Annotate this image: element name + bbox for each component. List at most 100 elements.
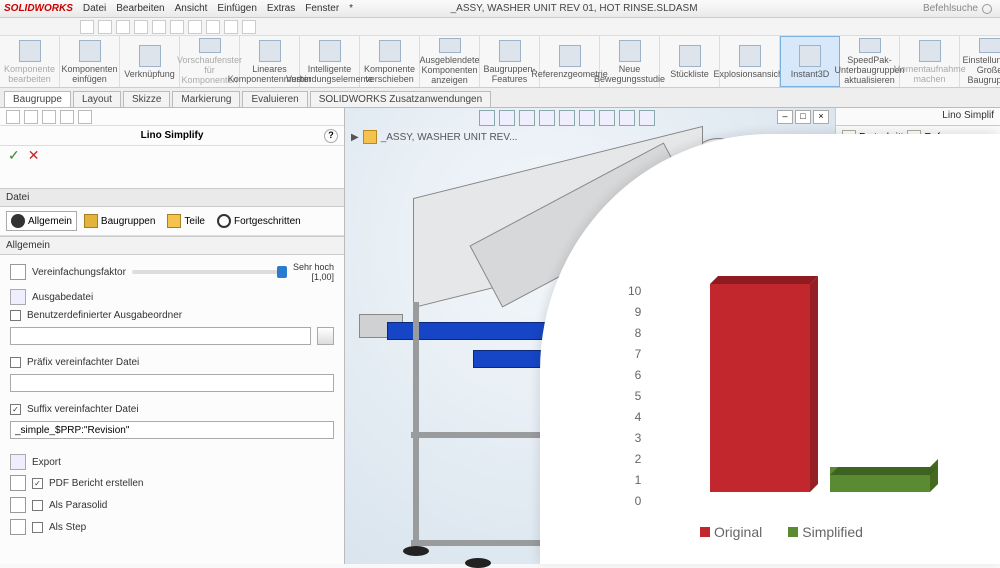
panel-title-bar: Lino Simplify ? xyxy=(0,126,344,146)
rb-instant3d[interactable]: Instant3D xyxy=(780,36,840,87)
ok-button[interactable]: ✓ xyxy=(8,147,20,164)
qat-icon[interactable] xyxy=(242,20,256,34)
close-icon[interactable]: × xyxy=(813,110,829,124)
instant3d-icon xyxy=(799,45,821,67)
tree-icon[interactable] xyxy=(6,110,20,124)
eye-icon xyxy=(439,38,461,53)
rb-mate[interactable]: Verknüpfung xyxy=(120,36,180,87)
qat-icon[interactable] xyxy=(80,20,94,34)
menu-tools[interactable]: Extras xyxy=(267,3,295,14)
rb-move-component[interactable]: Komponente verschieben xyxy=(360,36,420,87)
gear-icon xyxy=(11,214,25,228)
tab-assembly[interactable]: Baugruppe xyxy=(4,91,71,107)
rb-insert-component[interactable]: Komponenten einfügen xyxy=(60,36,120,87)
chk-step[interactable] xyxy=(32,522,43,533)
tab-evaluate[interactable]: Evaluieren xyxy=(242,91,307,107)
chk-suffix[interactable] xyxy=(10,404,21,415)
appearance-icon[interactable] xyxy=(599,110,615,126)
simplify-slider[interactable] xyxy=(132,270,287,274)
chk-prefix[interactable] xyxy=(10,357,21,368)
rb-assembly-features[interactable]: Baugruppen-Features xyxy=(480,36,540,87)
pattern-icon xyxy=(259,40,281,62)
chk-pdf[interactable] xyxy=(32,478,43,489)
allgemein-head: Allgemein xyxy=(0,236,344,255)
display-style-icon[interactable] xyxy=(559,110,575,126)
tab-addins[interactable]: SOLIDWORKS Zusatzanwendungen xyxy=(310,91,491,107)
axis-icon xyxy=(559,45,581,67)
panel-subtabs: Allgemein Baugruppen Teile Fortgeschritt… xyxy=(0,207,344,236)
rb-large-assembly[interactable]: Einstellungen Große Baugruppe xyxy=(960,36,1000,87)
lbl-parasolid: Als Parasolid xyxy=(49,500,107,511)
qat-icon[interactable] xyxy=(152,20,166,34)
bar-original-top xyxy=(710,276,818,284)
bar-simplified-side xyxy=(930,459,938,492)
browse-folder-button[interactable] xyxy=(317,327,334,345)
section-icon[interactable] xyxy=(539,110,555,126)
app-logo: SOLIDWORKS xyxy=(4,3,73,14)
menu-edit[interactable]: Bearbeiten xyxy=(116,3,164,14)
slider-thumb[interactable] xyxy=(277,266,287,278)
cancel-button[interactable]: ✕ xyxy=(28,147,40,164)
zoom-icon[interactable] xyxy=(479,110,495,126)
chart-legend: Original Simplified xyxy=(700,524,863,540)
swatch-simplified xyxy=(788,527,798,537)
section-datei: Datei xyxy=(0,188,344,207)
rb-show-hidden[interactable]: Ausgeblendete Komponenten anzeigen xyxy=(420,36,480,87)
doc-tabs: Baugruppe Layout Skizze Markierung Evalu… xyxy=(0,88,1000,108)
rb-exploded-view[interactable]: Explosionsansicht xyxy=(720,36,780,87)
tab-markup[interactable]: Markierung xyxy=(172,91,240,107)
qat-icon[interactable] xyxy=(170,20,184,34)
output-folder-input[interactable] xyxy=(10,327,311,345)
assembly-icon xyxy=(84,214,98,228)
feature-icon xyxy=(499,40,521,62)
appearance-icon[interactable] xyxy=(78,110,92,124)
qat-icon[interactable] xyxy=(134,20,148,34)
prefix-input[interactable] xyxy=(10,374,334,392)
menu-more[interactable]: * xyxy=(349,3,353,14)
command-search[interactable]: Befehlsuche xyxy=(923,3,992,14)
max-icon[interactable]: □ xyxy=(795,110,811,124)
tab-layout[interactable]: Layout xyxy=(73,91,121,107)
rb-ref-geometry[interactable]: Referenzgeometrie xyxy=(540,36,600,87)
gear-icon xyxy=(979,38,1000,53)
qat-icon[interactable] xyxy=(224,20,238,34)
menu-insert[interactable]: Einfügen xyxy=(217,3,256,14)
subtab-allgemein[interactable]: Allgemein xyxy=(6,211,77,231)
pan-icon[interactable] xyxy=(519,110,535,126)
chk-parasolid[interactable] xyxy=(32,500,43,511)
part-icon xyxy=(167,214,181,228)
rb-smart-fasteners[interactable]: Intelligente Verbindungselemente xyxy=(300,36,360,87)
qat-icon[interactable] xyxy=(206,20,220,34)
menu-file[interactable]: Datei xyxy=(83,3,106,14)
slider-label: Vereinfachungsfaktor xyxy=(32,267,126,278)
subtab-fortgeschritten[interactable]: Fortgeschritten xyxy=(212,211,306,231)
qat-icon[interactable] xyxy=(188,20,202,34)
menu-window[interactable]: Fenster xyxy=(305,3,339,14)
tab-sketch[interactable]: Skizze xyxy=(123,91,170,107)
lbl-suffix: Suffix vereinfachter Datei xyxy=(27,404,139,415)
rb-bom[interactable]: Stückliste xyxy=(660,36,720,87)
config-icon[interactable] xyxy=(24,110,38,124)
cube-icon xyxy=(79,40,101,62)
hide-show-icon[interactable] xyxy=(579,110,595,126)
help-icon[interactable]: ? xyxy=(324,129,338,143)
rotate-icon[interactable] xyxy=(499,110,515,126)
title-bar: SOLIDWORKS Datei Bearbeiten Ansicht Einf… xyxy=(0,0,1000,18)
display-icon[interactable] xyxy=(42,110,56,124)
qat-icon[interactable] xyxy=(116,20,130,34)
view-settings-icon[interactable] xyxy=(639,110,655,126)
sensor-icon[interactable] xyxy=(60,110,74,124)
suffix-input[interactable] xyxy=(10,421,334,439)
rb-speedpak[interactable]: SpeedPak-Unterbaugruppen aktualisieren xyxy=(840,36,900,87)
menu-view[interactable]: Ansicht xyxy=(175,3,208,14)
rb-motion-study[interactable]: Neue Bewegungsstudie xyxy=(600,36,660,87)
chk-custom-folder[interactable] xyxy=(10,310,21,321)
subtab-teile[interactable]: Teile xyxy=(162,211,210,231)
min-icon[interactable]: – xyxy=(777,110,793,124)
qat-icon[interactable] xyxy=(98,20,112,34)
document-title: _ASSY, WASHER UNIT REV 01, HOT RINSE.SLD… xyxy=(451,3,698,14)
scene-icon[interactable] xyxy=(619,110,635,126)
foot-pad xyxy=(465,558,491,568)
search-icon xyxy=(982,4,992,14)
subtab-baugruppen[interactable]: Baugruppen xyxy=(79,211,161,231)
